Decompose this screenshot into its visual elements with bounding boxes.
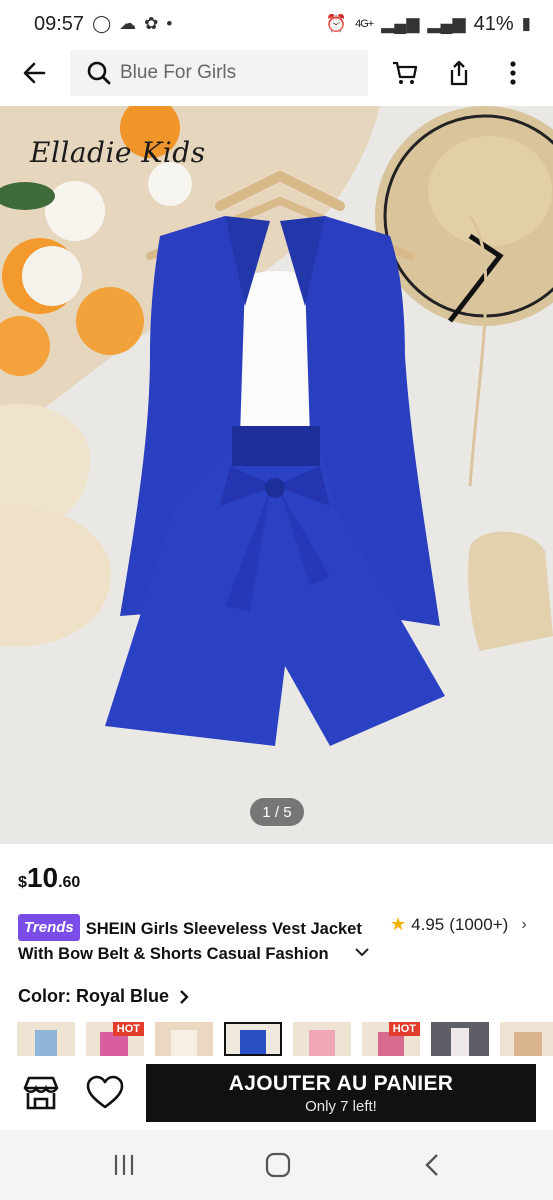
back-nav-icon[interactable] bbox=[418, 1152, 448, 1178]
store-button[interactable] bbox=[20, 1072, 62, 1114]
price-decimal: .60 bbox=[58, 874, 81, 891]
status-bar: 09:57 ◯ ☁ ✿ • ⏰ 4G+ ▂▄▆ ▂▄▆ 41% ▮ bbox=[0, 0, 553, 48]
home-icon[interactable] bbox=[263, 1152, 293, 1178]
color-swatch-1[interactable] bbox=[17, 1022, 75, 1056]
color-swatch-7[interactable] bbox=[431, 1022, 489, 1056]
image-pager: 1 / 5 bbox=[250, 798, 304, 826]
wishlist-button[interactable] bbox=[84, 1072, 126, 1114]
status-left: 09:57 ◯ ☁ ✿ • bbox=[34, 13, 172, 36]
status-time: 09:57 bbox=[34, 12, 85, 35]
cloud-icon: ☁ bbox=[119, 14, 137, 33]
color-swatches: HOT HOT bbox=[0, 1022, 553, 1056]
cart-button[interactable] bbox=[388, 56, 422, 90]
top-bar bbox=[0, 48, 553, 98]
color-swatch-4-selected[interactable] bbox=[224, 1022, 282, 1056]
bottom-action-bar: AJOUTER AU PANIER Only 7 left! bbox=[0, 1056, 553, 1130]
whatsapp-icon: ◯ bbox=[92, 14, 112, 33]
shopping-cart-icon bbox=[393, 61, 418, 84]
color-swatch-3[interactable] bbox=[155, 1022, 213, 1056]
stock-note: Only 7 left! bbox=[305, 1097, 377, 1115]
share-button[interactable] bbox=[442, 56, 476, 90]
color-swatch-2[interactable]: HOT bbox=[86, 1022, 144, 1056]
heart-icon bbox=[86, 1075, 124, 1109]
price-integer: 10 bbox=[26, 862, 59, 893]
color-swatch-8[interactable] bbox=[500, 1022, 553, 1056]
search-input[interactable] bbox=[120, 62, 340, 84]
color-selector-label[interactable]: Color: Royal Blue bbox=[18, 986, 191, 1007]
recent-apps-icon[interactable] bbox=[109, 1152, 139, 1178]
rating-value: 4.95 bbox=[411, 914, 445, 934]
chevron-right-icon: › bbox=[521, 915, 527, 933]
chevron-down-icon[interactable] bbox=[352, 942, 372, 962]
search-icon bbox=[87, 61, 111, 85]
more-vertical-icon bbox=[510, 61, 516, 85]
color-swatch-6[interactable]: HOT bbox=[362, 1022, 420, 1056]
price-currency: $ bbox=[18, 874, 27, 891]
product-price: $ 10 .60 bbox=[18, 862, 80, 894]
star-icon: ★ bbox=[390, 914, 407, 934]
signal-icon-2: ▂▄▆ bbox=[427, 14, 466, 33]
system-nav-bar bbox=[0, 1130, 553, 1200]
alarm-icon: ⏰ bbox=[325, 14, 348, 33]
battery-icon: ▮ bbox=[521, 14, 531, 33]
product-photo bbox=[0, 106, 553, 844]
product-image-carousel[interactable]: Elladie Kids 1 / 5 bbox=[0, 106, 553, 844]
arrow-left-icon bbox=[23, 62, 46, 84]
hot-badge: HOT bbox=[112, 1022, 144, 1036]
status-right: ⏰ 4G+ ▂▄▆ ▂▄▆ 41% ▮ bbox=[326, 13, 531, 36]
rating-summary[interactable]: ★ 4.95 (1000+) › bbox=[390, 914, 527, 935]
battery-level: 41% bbox=[473, 12, 514, 35]
store-icon bbox=[23, 1076, 59, 1110]
network-type: 4G+ bbox=[355, 17, 374, 30]
color-label: Color: Royal Blue bbox=[18, 986, 170, 1006]
trends-badge: Trends bbox=[18, 914, 80, 941]
more-options-button[interactable] bbox=[496, 56, 530, 90]
add-to-cart-label: AJOUTER AU PANIER bbox=[228, 1071, 454, 1095]
hot-badge: HOT bbox=[388, 1022, 420, 1036]
add-to-cart-button[interactable]: AJOUTER AU PANIER Only 7 left! bbox=[146, 1064, 536, 1122]
search-bar[interactable] bbox=[70, 50, 368, 96]
leaf-icon: ✿ bbox=[144, 14, 159, 33]
chevron-right-icon bbox=[180, 989, 189, 1004]
brand-watermark: Elladie Kids bbox=[30, 136, 206, 169]
back-button[interactable] bbox=[18, 56, 52, 90]
review-count: (1000+) bbox=[449, 914, 509, 934]
share-icon bbox=[450, 60, 468, 86]
dot-icon: • bbox=[166, 14, 173, 33]
signal-icon: ▂▄▆ bbox=[381, 14, 420, 33]
color-swatch-5[interactable] bbox=[293, 1022, 351, 1056]
product-title[interactable]: Trends SHEIN Girls Sleeveless Vest Jacket… bbox=[18, 914, 373, 967]
